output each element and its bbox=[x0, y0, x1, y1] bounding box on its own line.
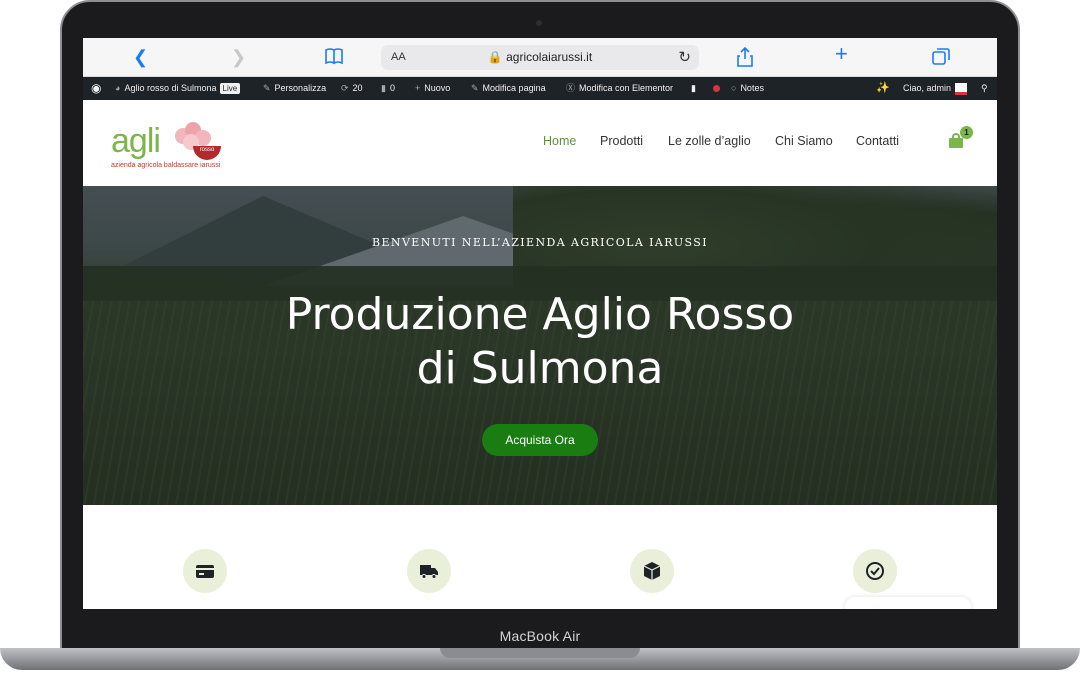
url-field[interactable]: 🔒 agricolaiarussi.it bbox=[381, 50, 699, 64]
feature-payment bbox=[183, 549, 227, 593]
brush-icon: ✎ bbox=[263, 83, 271, 93]
comments-menu[interactable]: ▮ 0 bbox=[381, 77, 395, 100]
nav-home[interactable]: Home bbox=[543, 134, 576, 148]
comment-icon: ▮ bbox=[381, 83, 386, 93]
seo-status-dot bbox=[713, 77, 720, 100]
new-content-menu[interactable]: + Nuovo bbox=[415, 77, 450, 100]
url-text: agricolaiarussi.it bbox=[506, 50, 593, 64]
updates-count: 20 bbox=[352, 83, 363, 93]
pencil-icon: ✎ bbox=[471, 83, 479, 93]
site-logo[interactable]: agli rosso azienda agricola baldassare i… bbox=[109, 118, 229, 176]
customize-menu[interactable]: ✎ Personalizza bbox=[263, 77, 326, 100]
plus-icon: + bbox=[415, 83, 421, 93]
site-header: agli rosso azienda agricola baldassare i… bbox=[83, 100, 997, 186]
hero-kicker: BENVENUTI NELL’AZIENDA AGRICOLA IARUSSI bbox=[372, 236, 708, 249]
feature-quality bbox=[853, 549, 897, 593]
wordpress-logo-icon[interactable]: ◉ bbox=[91, 77, 101, 100]
ai-sparkle-icon[interactable]: ✨ bbox=[876, 77, 890, 100]
notes-label: Notes bbox=[740, 83, 764, 93]
nav-contatti[interactable]: Contatti bbox=[856, 134, 899, 148]
notes-icon: ○ bbox=[731, 83, 737, 93]
logo-wordmark: agli bbox=[111, 122, 161, 160]
logo-badge-text: rosso bbox=[199, 147, 215, 153]
back-icon[interactable]: ❮ bbox=[133, 47, 148, 67]
forward-icon[interactable]: ❯ bbox=[231, 47, 246, 67]
comments-count: 0 bbox=[389, 83, 395, 93]
check-circle-icon bbox=[866, 562, 884, 580]
screen: ❮ ❯ AA 🔒 agricolaiarussi.it ↻ + ◉ ◕ Aglio… bbox=[83, 38, 997, 609]
device-label: MacBook Air bbox=[499, 628, 581, 644]
buy-now-button[interactable]: Acquista Ora bbox=[482, 424, 598, 456]
logo-tagline: azienda agricola baldassare iarussi bbox=[111, 162, 221, 169]
tabs-overview-icon[interactable] bbox=[932, 47, 950, 69]
hero-title: Produzione Aglio Rosso di Sulmona bbox=[83, 288, 997, 396]
site-name-menu[interactable]: ◕ Aglio rosso di Sulmona Live bbox=[115, 77, 241, 100]
avatar bbox=[955, 82, 968, 95]
account-menu[interactable]: Ciao, admin bbox=[903, 77, 968, 100]
yoast-icon[interactable]: ▮ bbox=[691, 77, 696, 100]
chat-widget[interactable] bbox=[845, 597, 971, 609]
live-badge: Live bbox=[219, 83, 241, 95]
browser-toolbar: ❮ ❯ AA 🔒 agricolaiarussi.it ↻ + bbox=[83, 38, 997, 77]
edit-page-label: Modifica pagina bbox=[482, 83, 546, 93]
reload-icon[interactable]: ↻ bbox=[678, 48, 691, 66]
truck-icon bbox=[420, 565, 438, 579]
credit-card-icon bbox=[196, 565, 214, 578]
features-section bbox=[83, 505, 997, 609]
nav-chi-siamo[interactable]: Chi Siamo bbox=[775, 134, 833, 148]
hero-title-line2: di Sulmona bbox=[416, 343, 664, 394]
edit-elementor-label: Modifica con Elementor bbox=[579, 83, 674, 93]
wp-admin-bar: ◉ ◕ Aglio rosso di Sulmona Live ✎ Personali… bbox=[83, 77, 997, 100]
lock-icon: 🔒 bbox=[487, 50, 503, 64]
logo-badge: rosso bbox=[193, 146, 221, 160]
notes-menu[interactable]: ○ Notes bbox=[731, 77, 764, 100]
updates-icon: ⟳ bbox=[341, 83, 349, 93]
greeting-label: Ciao, admin bbox=[903, 83, 952, 93]
edit-page-menu[interactable]: ✎ Modifica pagina bbox=[471, 77, 546, 100]
camera-dot bbox=[536, 20, 542, 26]
feature-shipping bbox=[407, 549, 451, 593]
laptop-base-notch bbox=[440, 648, 640, 658]
nav-zolle-aglio[interactable]: Le zolle d’aglio bbox=[668, 134, 751, 148]
nav-prodotti[interactable]: Prodotti bbox=[600, 134, 643, 148]
site-name-label: Aglio rosso di Sulmona bbox=[124, 83, 217, 93]
new-tab-icon[interactable]: + bbox=[835, 43, 848, 65]
customize-label: Personalizza bbox=[274, 83, 327, 93]
elementor-icon: Ⓧ bbox=[566, 83, 576, 93]
cart-button[interactable]: 1 bbox=[947, 126, 973, 152]
updates-menu[interactable]: ⟳ 20 bbox=[341, 77, 363, 100]
share-icon[interactable] bbox=[737, 46, 753, 71]
bookmarks-icon[interactable] bbox=[324, 47, 344, 69]
edit-elementor-menu[interactable]: Ⓧ Modifica con Elementor bbox=[566, 77, 673, 100]
search-icon[interactable]: ⚲ bbox=[981, 77, 988, 100]
dashboard-icon: ◕ bbox=[115, 83, 121, 93]
box-icon bbox=[643, 562, 661, 580]
cart-count-badge: 1 bbox=[960, 126, 973, 139]
new-label: Nuovo bbox=[424, 83, 451, 93]
hero-title-line1: Produzione Aglio Rosso bbox=[285, 289, 795, 340]
feature-packaging bbox=[630, 549, 674, 593]
hero-section: BENVENUTI NELL’AZIENDA AGRICOLA IARUSSI … bbox=[83, 186, 997, 505]
address-bar[interactable]: AA 🔒 agricolaiarussi.it ↻ bbox=[381, 45, 699, 70]
